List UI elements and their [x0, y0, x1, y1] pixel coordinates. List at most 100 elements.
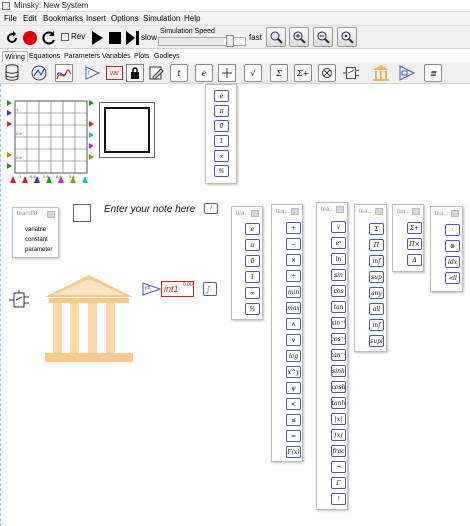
menu-bookmarks[interactable]: Bookmarks	[43, 14, 83, 23]
tea3-item[interactable]: ln	[331, 253, 346, 265]
tea6-item[interactable]: ⊗	[445, 240, 460, 252]
tea2-item[interactable]: log	[286, 350, 301, 362]
tearoff-item-variable[interactable]: variable	[25, 227, 46, 233]
zoom-out-button[interactable]	[313, 27, 333, 47]
note-badge[interactable]: !	[204, 203, 218, 214]
speed-slider-handle[interactable]	[226, 35, 234, 47]
tab-plots[interactable]: Plots	[132, 51, 152, 62]
tea3-item[interactable]: tanh	[331, 397, 346, 409]
tea3-item[interactable]: !	[331, 493, 346, 505]
integral-variable[interactable]: int1 0.00	[161, 281, 194, 297]
tea6-item[interactable]: ·	[445, 224, 460, 236]
const-percent-button[interactable]: %	[214, 165, 229, 177]
tea4-item[interactable]: sup	[369, 271, 384, 283]
tea2-item[interactable]: <	[286, 398, 301, 410]
tea2-item[interactable]: max	[286, 302, 301, 314]
record-button[interactable]	[21, 29, 39, 47]
menu-file[interactable]: File	[4, 14, 17, 23]
tea2-item[interactable]: =	[286, 430, 301, 442]
integral-operator[interactable]: ∫dt	[142, 282, 162, 296]
tea2-item[interactable]: ∨	[286, 334, 301, 346]
sqrt-button[interactable]: √	[244, 64, 262, 82]
time-button[interactable]: t	[170, 64, 188, 82]
tea1-item[interactable]: π	[245, 239, 260, 251]
step-button[interactable]	[123, 29, 141, 47]
const-e-button[interactable]: e	[214, 90, 229, 102]
godley-bank-icon[interactable]	[372, 64, 390, 82]
tab-equations[interactable]: Equations	[27, 51, 62, 62]
menu-simulation[interactable]: Simulation	[143, 14, 180, 23]
tea2-item[interactable]: ψ	[286, 382, 301, 394]
zoom-reset-button[interactable]	[337, 27, 357, 47]
tea3-item[interactable]: cos	[331, 285, 346, 297]
tea2-item[interactable]: Γ(x)	[286, 446, 301, 458]
stop-button[interactable]	[106, 29, 124, 47]
tab-wiring[interactable]: Wiring	[2, 51, 28, 62]
switch-icon[interactable]	[342, 64, 360, 82]
sum-plus-button[interactable]: Σ+	[294, 64, 312, 82]
empty-item-box[interactable]	[73, 204, 91, 222]
tea5-item[interactable]: Δ	[407, 254, 422, 266]
lock-icon[interactable]	[126, 64, 144, 82]
tea3-item[interactable]: Γ	[331, 477, 346, 489]
undo-icon[interactable]	[3, 29, 21, 47]
tea3-item[interactable]: cosh	[331, 381, 346, 393]
tearoff-panel[interactable]: tearoff8 variable constant parameter	[12, 207, 59, 258]
menu-help[interactable]: Help	[184, 14, 200, 23]
const-one-button[interactable]: 1	[214, 135, 229, 147]
note-text[interactable]: Enter your note here	[104, 204, 195, 215]
tea3-item[interactable]: √	[331, 221, 346, 233]
tea1-item[interactable]: ∞	[245, 287, 260, 299]
tea1-item[interactable]: e	[245, 223, 260, 235]
tea2-item[interactable]: +	[286, 222, 301, 234]
wiring-canvas[interactable]: 1 0.8 0.8 1 0.8 0.8 0.8 0.8 tearoff8 var…	[0, 84, 470, 526]
reset-icon[interactable]	[40, 29, 58, 47]
tea5-item[interactable]: Π×	[407, 238, 422, 250]
tea4-item[interactable]: any	[369, 287, 384, 299]
tea3-item[interactable]: |x|	[331, 413, 346, 425]
database-icon[interactable]	[3, 64, 21, 82]
tea3-item[interactable]: eˣ	[331, 237, 346, 249]
tea4-item[interactable]: all	[369, 303, 384, 315]
tea3-item[interactable]: frac	[331, 445, 346, 457]
add-operator-icon[interactable]	[218, 64, 236, 82]
plot-icon[interactable]	[55, 64, 73, 82]
tea3-item[interactable]: cos⁻¹	[331, 333, 346, 345]
tea2-item[interactable]: x^y	[286, 366, 301, 378]
tea3-item[interactable]: tan	[331, 301, 346, 313]
const-zero-button[interactable]: 0	[214, 120, 229, 132]
tearoff-close-button[interactable]	[375, 208, 383, 215]
tensor-product-button[interactable]	[318, 64, 336, 82]
rev-checkbox[interactable]	[61, 33, 69, 41]
zoom-in-button[interactable]	[289, 27, 309, 47]
tea6-item[interactable]: idx	[445, 256, 460, 268]
group-icon[interactable]	[398, 64, 416, 82]
tea4-item[interactable]: inf	[369, 255, 384, 267]
tearoff-close-button[interactable]	[451, 210, 459, 217]
integral-sheet-icon[interactable]: ∫	[203, 282, 217, 296]
plot-widget-icon[interactable]	[30, 64, 48, 82]
tearoff-close-button[interactable]	[336, 206, 344, 213]
tea6-item[interactable]: ≺ll	[445, 272, 460, 284]
menu-options[interactable]: Options	[111, 14, 139, 23]
tea3-item[interactable]: ⌊x⌋	[331, 429, 346, 441]
tea3-item[interactable]: ¬	[331, 461, 346, 473]
godley-bank-icon[interactable]	[43, 274, 135, 364]
sheet-button[interactable]: ≣	[424, 64, 442, 82]
play-button[interactable]	[88, 29, 106, 47]
tea3-item[interactable]: sin⁻¹	[331, 317, 346, 329]
menu-insert[interactable]: Insert	[86, 14, 106, 23]
switch-icon[interactable]	[8, 290, 30, 312]
tearoff-close-button[interactable]	[412, 208, 420, 215]
tearoff-close-button[interactable]	[251, 210, 259, 217]
tea5-item[interactable]: Σ+	[407, 222, 422, 234]
tea2-item[interactable]: ∧	[286, 318, 301, 330]
const-inf-button[interactable]: ∞	[214, 150, 229, 162]
tea4-item[interactable]: Σ	[369, 223, 384, 235]
tea1-item[interactable]: %	[245, 303, 260, 315]
tea2-item[interactable]: −	[286, 238, 301, 250]
zoom-fit-button[interactable]	[266, 27, 286, 47]
tea4-item[interactable]: supi	[369, 335, 384, 347]
tea2-item[interactable]: min	[286, 286, 301, 298]
tearoff-item-parameter[interactable]: parameter	[25, 247, 52, 253]
